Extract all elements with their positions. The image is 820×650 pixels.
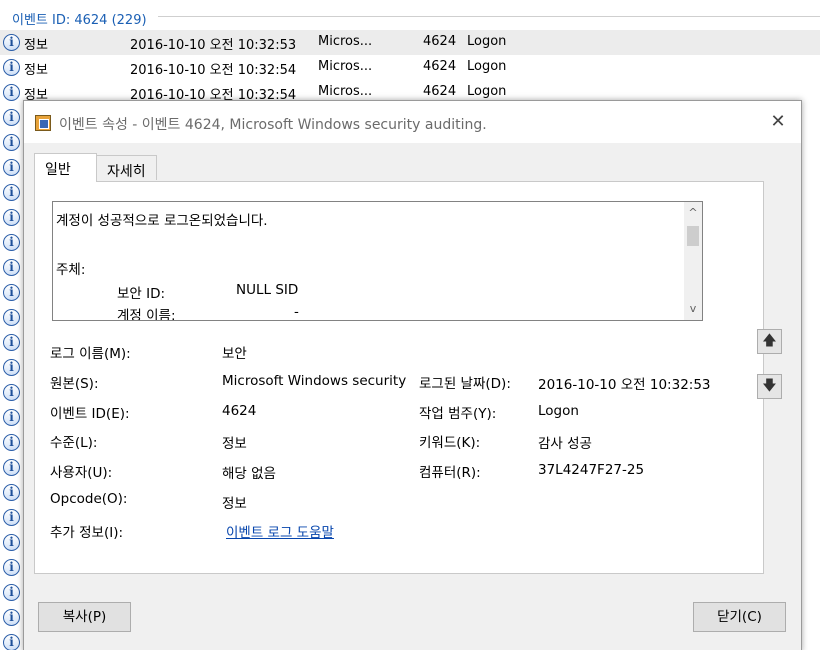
description-scrollbar[interactable]: ^ v (684, 202, 702, 320)
info-icon: i (3, 209, 20, 226)
row-date: 2016-10-10 오전 10:32:54 (130, 63, 297, 78)
event-list-title: 이벤트 ID: 4624 (229) (12, 13, 147, 28)
user-value: 해당 없음 (222, 466, 276, 482)
event-description-box[interactable]: 계정이 성공적으로 로그온되었습니다. 주체: 보안 ID: NULL SID … (52, 201, 703, 321)
event-viewer-icon (35, 115, 51, 131)
description-security-id-value: NULL SID (236, 282, 299, 298)
row-level: 정보 (24, 63, 48, 78)
info-icon: i (3, 559, 20, 576)
info-icon: i (3, 584, 20, 601)
info-icon: i (3, 259, 20, 276)
info-icon: i (3, 484, 20, 501)
close-button[interactable]: 닫기(C) (693, 602, 786, 632)
dialog-title: 이벤트 속성 - 이벤트 4624, Microsoft Windows sec… (59, 117, 487, 133)
computer-label: 컴퓨터(R): (419, 465, 481, 481)
info-icon: i (3, 459, 20, 476)
info-icon: i (3, 384, 20, 401)
event-properties-dialog: 이벤트 속성 - 이벤트 4624, Microsoft Windows sec… (23, 100, 802, 650)
info-icon: i (3, 534, 20, 551)
info-icon-column: iiiiiiiiiiiiiiiiiiiiiiiii (3, 0, 23, 650)
header-divider (158, 16, 820, 17)
next-event-button[interactable]: 🡇 (757, 374, 782, 399)
info-icon: i (3, 284, 20, 301)
event-id-value: 4624 (222, 403, 257, 419)
info-icon: i (3, 309, 20, 326)
row-level: 정보 (24, 38, 48, 53)
info-icon: i (3, 34, 20, 51)
logged-date-label: 로그된 날짜(D): (419, 376, 511, 392)
source-label: 원본(S): (50, 376, 99, 392)
row-event-id: 4624 (423, 59, 457, 74)
tab-details[interactable]: 자세히 (97, 155, 157, 180)
info-icon: i (3, 509, 20, 526)
description-subject: 주체: (56, 262, 86, 278)
description-account-name-value: - (294, 304, 299, 320)
info-icon: i (3, 134, 20, 151)
scroll-down-icon[interactable]: v (684, 300, 702, 318)
info-icon: i (3, 59, 20, 76)
tab-general[interactable]: 일반 (34, 153, 97, 182)
source-value: Microsoft Windows security (222, 373, 407, 389)
info-icon: i (3, 159, 20, 176)
info-icon: i (3, 634, 20, 650)
row-category: Logon (467, 84, 507, 99)
level-label: 수준(L): (50, 435, 98, 451)
task-category-value: Logon (538, 403, 579, 419)
computer-value: 37L4247F27-25 (538, 462, 645, 478)
info-icon: i (3, 84, 20, 101)
row-source: Micros... (318, 84, 373, 99)
copy-button[interactable]: 복사(P) (38, 602, 131, 632)
event-id-label: 이벤트 ID(E): (50, 406, 130, 422)
row-event-id: 4624 (423, 84, 457, 99)
event-list-header: 이벤트 ID: 4624 (229) (0, 0, 820, 32)
info-icon: i (3, 434, 20, 451)
log-name-value: 보안 (222, 346, 247, 362)
info-icon: i (3, 109, 20, 126)
level-value: 정보 (222, 436, 247, 452)
row-category: Logon (467, 34, 507, 49)
log-name-label: 로그 이름(M): (50, 346, 131, 362)
info-icon: i (3, 334, 20, 351)
general-tab-panel: 계정이 성공적으로 로그온되었습니다. 주체: 보안 ID: NULL SID … (34, 181, 764, 574)
task-category-label: 작업 범주(Y): (419, 406, 497, 422)
info-icon: i (3, 359, 20, 376)
scroll-up-icon[interactable]: ^ (684, 204, 702, 222)
down-arrow-icon: 🡇 (762, 378, 777, 394)
row-category: Logon (467, 59, 507, 74)
event-row[interactable]: 정보 2016-10-10 오전 10:32:54 Micros... 4624… (0, 55, 820, 80)
info-icon: i (3, 184, 20, 201)
dialog-titlebar[interactable]: 이벤트 속성 - 이벤트 4624, Microsoft Windows sec… (24, 101, 801, 143)
event-log-help-link[interactable]: 이벤트 로그 도움말 (226, 521, 334, 541)
description-security-id-label: 보안 ID: (117, 286, 166, 302)
info-icon: i (3, 409, 20, 426)
row-source: Micros... (318, 34, 373, 49)
keywords-label: 키워드(K): (419, 435, 481, 451)
row-date: 2016-10-10 오전 10:32:53 (130, 38, 297, 53)
previous-event-button[interactable]: 🡅 (757, 329, 782, 354)
close-icon[interactable]: ✕ (763, 109, 793, 135)
up-arrow-icon: 🡅 (762, 333, 777, 349)
keywords-value: 감사 성공 (538, 436, 592, 452)
info-icon: i (3, 609, 20, 626)
description-account-name-label: 계정 이름: (117, 308, 176, 321)
more-info-label: 추가 정보(I): (50, 525, 124, 541)
opcode-label: Opcode(O): (50, 491, 128, 507)
description-text: 계정이 성공적으로 로그온되었습니다. (56, 213, 268, 229)
event-row[interactable]: 정보 2016-10-10 오전 10:32:53 Micros... 4624… (0, 30, 820, 55)
row-source: Micros... (318, 59, 373, 74)
info-icon: i (3, 234, 20, 251)
scroll-thumb[interactable] (687, 226, 699, 246)
opcode-value: 정보 (222, 496, 247, 512)
row-event-id: 4624 (423, 34, 457, 49)
user-label: 사용자(U): (50, 465, 113, 481)
logged-date-value: 2016-10-10 오전 10:32:53 (538, 377, 711, 393)
